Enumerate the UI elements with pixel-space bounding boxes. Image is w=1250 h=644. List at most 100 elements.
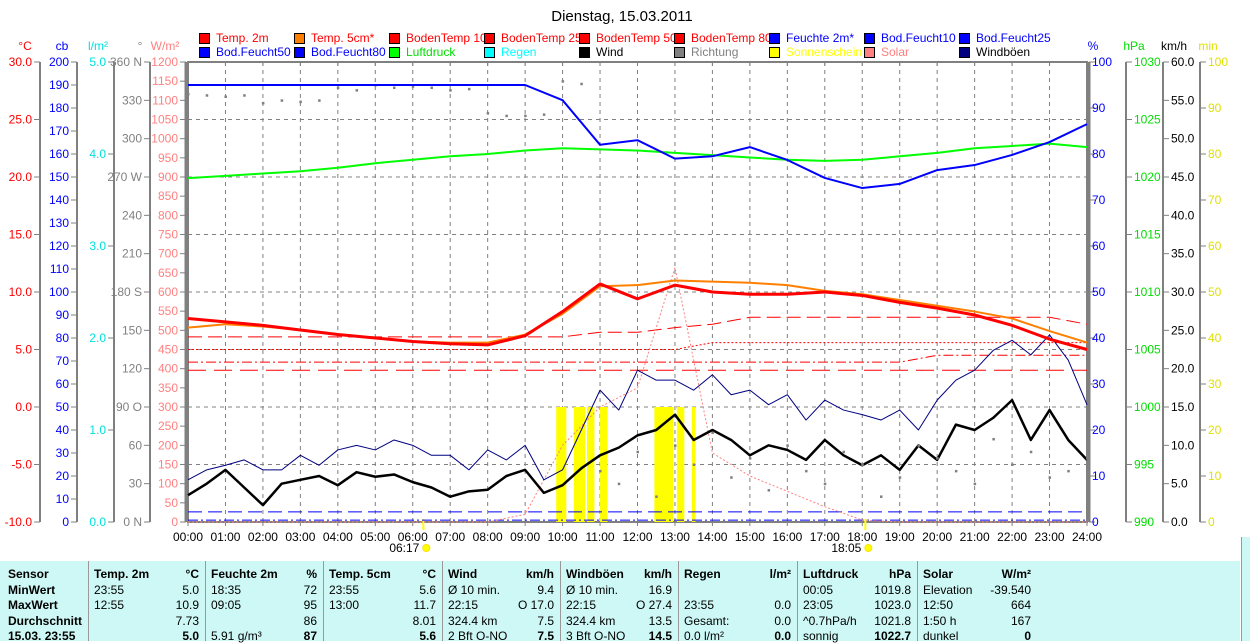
- axis-rain: l/m² 5.0 4.0 3.0 2.0 1.0 0.0: [88, 39, 115, 529]
- data-point: [1086, 457, 1089, 460]
- axis-tick-label: 990: [1134, 515, 1154, 529]
- cell-value: %: [306, 567, 317, 581]
- cell-text: Ø 10 min.: [566, 582, 619, 597]
- table-cell: 23:55 0.0: [678, 598, 797, 613]
- legend-item: BodenTemp 80: [674, 31, 772, 45]
- x-tick-label: 21:00: [960, 530, 990, 544]
- axis-tick-label: 950: [158, 151, 178, 165]
- row-label: Sensor: [8, 567, 49, 581]
- legend-item: Sonnenschein: [769, 45, 862, 59]
- table-cell: Ø 10 min. 16.9: [560, 583, 678, 598]
- axis-tick-label: 120: [122, 362, 142, 376]
- data-point: [767, 489, 771, 492]
- axis-tick-label: 60.0: [1171, 55, 1195, 69]
- axis-tick-label: 60: [1092, 239, 1106, 253]
- cell-value: -39.540: [990, 582, 1031, 597]
- legend-item: BodenTemp 50: [579, 31, 677, 45]
- axis-tick-label: 30.0: [1171, 285, 1195, 299]
- axis-tick-label: 1.0: [89, 423, 106, 437]
- table-cell: 22:15 O 17.0: [442, 598, 560, 613]
- axis-tick-label: 30: [1092, 377, 1106, 391]
- legend-item: Temp. 5cm*: [294, 31, 374, 45]
- table-cell: Wind km/h: [442, 567, 560, 582]
- legend-label: Bod.Feucht10: [881, 31, 956, 45]
- legend-label: Sonnenschein: [786, 45, 863, 59]
- axis-tick-label: 10.0: [1171, 438, 1195, 452]
- axis-tick-label: 300: [122, 132, 142, 146]
- legend-label: Richtung: [691, 45, 739, 59]
- legend-swatch: [484, 46, 495, 58]
- axis-tick-label: 50.0: [1171, 132, 1195, 146]
- x-tick-label: 12:00: [622, 530, 652, 544]
- axis-tick-label: 150: [122, 323, 142, 337]
- axis-tick-label: 1015: [1134, 228, 1161, 242]
- legend-swatch: [294, 32, 305, 44]
- cell-value: 9.4: [537, 582, 554, 597]
- cell-text: Luftdruck: [803, 567, 859, 581]
- cell-text: 00:05: [803, 582, 834, 597]
- data-point: [393, 86, 396, 90]
- axis-tick-label: 1005: [1134, 343, 1161, 357]
- axis-tick-label: 140: [49, 193, 69, 207]
- x-tick-label: 24:00: [1072, 530, 1102, 544]
- legend-label: Bod.Feucht50: [216, 45, 291, 59]
- axis-tick-label: 5.0: [15, 343, 32, 357]
- statistics-table: Sensor Temp. 2m °C Feuchte 2m% Temp. 5cm °C Wi…: [0, 561, 1240, 644]
- axis-tick-label: 450: [158, 343, 178, 357]
- legend-label: BodenTemp 50: [596, 31, 677, 45]
- axis-tick-label: -5.0: [11, 458, 32, 472]
- data-point: [655, 495, 658, 498]
- cell-text: Regen: [684, 567, 721, 581]
- axis-tick-label: 0 N: [123, 515, 142, 529]
- x-tick-label: 02:00: [248, 530, 278, 544]
- legend-swatch: [959, 32, 970, 44]
- axis-tick-label: 700: [158, 247, 178, 261]
- axis-tick-label: 250: [158, 419, 178, 433]
- legend-item: Richtung: [674, 45, 738, 59]
- legend-item: Bod.Feucht25: [959, 31, 1051, 45]
- table-cell: 18:35 72: [205, 583, 323, 598]
- axis-hum: %1009080706050403020100: [1087, 39, 1112, 529]
- table-cell: Regen l/m²: [678, 567, 797, 582]
- cell-value: 1019.8: [874, 582, 911, 597]
- table-cell: 23:05 1023.0: [797, 598, 917, 613]
- data-point: [973, 482, 977, 486]
- axis-tick-label: 200: [49, 55, 69, 69]
- axis-tick-label: 0: [62, 515, 69, 529]
- legend-label: Bod.Feucht25: [976, 31, 1051, 45]
- axis-tick-label: 40: [1208, 331, 1222, 345]
- table-cell: 5.0: [88, 629, 205, 644]
- axis-tick-label: 100: [1208, 55, 1228, 69]
- axis-tick-label: 40.0: [1171, 208, 1195, 222]
- axis-tick-label: 150: [158, 458, 178, 472]
- axis-tick-label: 650: [158, 266, 178, 280]
- legend-item: Bod.Feucht50: [199, 45, 291, 59]
- cell-value: W/m²: [1001, 567, 1031, 581]
- table-cell: Windböen km/h: [560, 567, 678, 582]
- cell-value: 1021.8: [874, 613, 911, 628]
- cell-value: O 27.4: [635, 598, 672, 612]
- axis-tick-label: 1020: [1134, 170, 1161, 184]
- cell-value: 5.6: [419, 582, 436, 597]
- axis-tick-label: 800: [158, 208, 178, 222]
- row-label: MaxWert: [8, 598, 58, 612]
- table-row: MaxWert 12:55 10.9 09:05 95 13:00 11.7 22:15 O 1…: [0, 598, 1240, 613]
- axis-tick-label: 90: [1208, 101, 1222, 115]
- data-point: [730, 476, 733, 479]
- axis-tick-label: 50: [56, 400, 70, 414]
- cell-text: Feuchte 2m: [211, 567, 278, 581]
- data-point: [542, 113, 546, 116]
- cell-text: 22:15: [448, 598, 479, 612]
- x-tick-label: 01:00: [210, 530, 240, 544]
- vertical-scrollbar[interactable]: [1241, 537, 1250, 641]
- axis-tick-label: 850: [158, 189, 178, 203]
- cell-text: Gesamt:: [684, 613, 730, 628]
- axis-tick-label: 270 W: [107, 170, 142, 184]
- legend-label: Temp. 2m: [216, 31, 269, 45]
- legend-swatch: [674, 32, 685, 44]
- axis-tick-label: 0.0: [15, 400, 32, 414]
- axis-tick-label: 50: [165, 496, 179, 510]
- axis-tick-label: 80: [1092, 147, 1106, 161]
- legend-label: BodenTemp 10: [406, 31, 487, 45]
- axis-tick-label: 25.0: [9, 113, 33, 127]
